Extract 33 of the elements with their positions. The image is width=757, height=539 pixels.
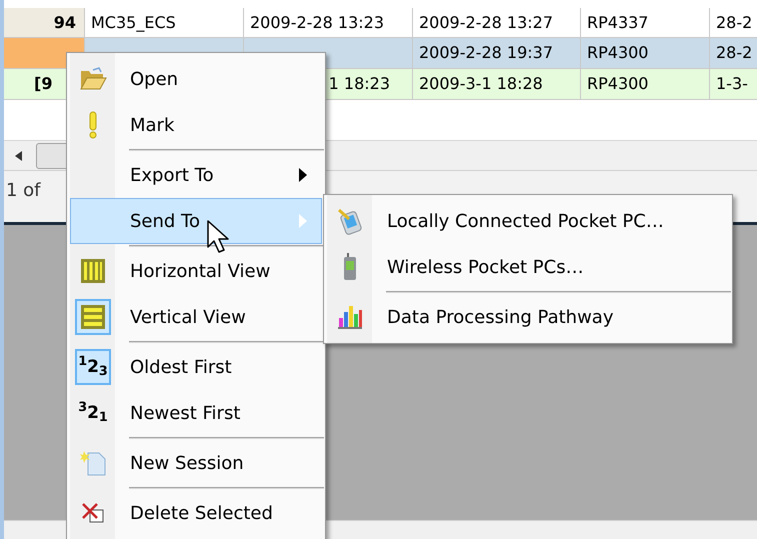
menu-item[interactable]: $^{3}$2$_{1}$ Newest First xyxy=(70,390,322,436)
bar-chart-icon xyxy=(337,304,363,330)
columns-view-icon xyxy=(80,258,106,284)
table-cell: RP4300 xyxy=(581,69,710,99)
menu-item[interactable]: Locally Connected Pocket PC… xyxy=(327,198,729,244)
table-cell: RP4300 xyxy=(581,38,710,68)
left-arrow-icon xyxy=(15,150,23,160)
table-cell: 94 xyxy=(4,8,85,37)
record-count: 1 of xyxy=(6,179,41,203)
phone-icon xyxy=(343,253,357,281)
menu-item[interactable]: Delete Selected xyxy=(70,490,322,536)
handheld-icon xyxy=(336,207,364,235)
table-cell: 2009-3-1 18:28 xyxy=(413,69,581,99)
mouse-pointer-icon xyxy=(207,220,231,254)
submenu-arrow-icon xyxy=(299,168,307,182)
table-cell: 2009-2-28 19:37 xyxy=(413,38,581,68)
delete-icon xyxy=(80,501,106,525)
table-cell: 1-3- xyxy=(710,69,757,99)
menu-item[interactable]: Data Processing Pathway xyxy=(327,294,729,340)
menu-item[interactable]: Send To xyxy=(70,198,322,244)
open-folder-icon xyxy=(79,67,107,91)
table-cell: 28-2 xyxy=(710,38,757,68)
exclamation-icon xyxy=(88,111,98,139)
menu-item[interactable]: Horizontal View xyxy=(70,248,322,294)
rows-view-icon xyxy=(80,304,106,330)
menu-item[interactable]: Vertical View xyxy=(70,294,322,340)
menu-item[interactable]: Mark xyxy=(70,102,322,148)
menu-item[interactable]: New Session xyxy=(70,440,322,486)
menu-item[interactable]: Export To xyxy=(70,152,322,198)
new-page-icon xyxy=(79,449,107,477)
menu-item[interactable]: $^{1}$2$_{3}$ Oldest First xyxy=(70,344,322,390)
menu-item[interactable]: Wireless Pocket PCs… xyxy=(327,244,729,290)
submenu-arrow-icon xyxy=(299,214,307,228)
